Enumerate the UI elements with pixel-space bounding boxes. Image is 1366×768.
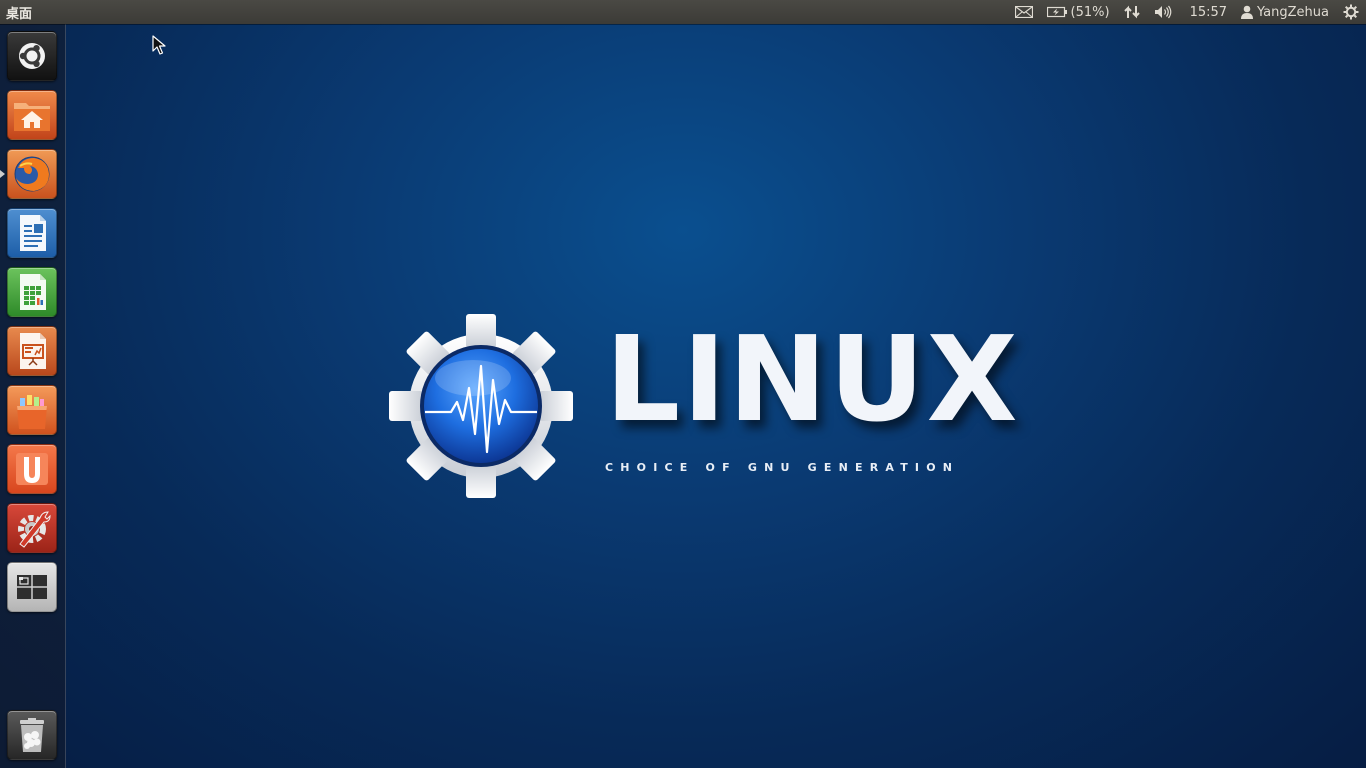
launcher-item-dash[interactable] (7, 31, 57, 81)
session-gear-icon (1343, 4, 1359, 20)
mail-icon (1014, 6, 1033, 18)
indicator-area: (51%) 15:57 YangZehua (1008, 0, 1366, 24)
network-indicator[interactable] (1117, 0, 1147, 24)
battery-percentage: (51%) (1070, 4, 1110, 20)
mail-indicator[interactable] (1008, 0, 1040, 24)
launcher-item-home-folder[interactable] (7, 90, 57, 140)
ubuntu-one-icon (16, 453, 48, 485)
ubuntu-logo-icon (19, 43, 45, 69)
launcher-item-writer[interactable] (7, 208, 57, 258)
gear-orb-icon (389, 314, 573, 498)
impress-icon (20, 333, 46, 369)
user-indicator[interactable]: YangZehua (1234, 0, 1336, 24)
session-indicator[interactable] (1336, 0, 1366, 24)
mouse-cursor-icon (152, 35, 166, 55)
calc-icon (20, 274, 46, 310)
launcher-item-software-center[interactable] (7, 385, 57, 435)
clock-indicator[interactable]: 15:57 (1179, 0, 1234, 24)
user-icon (1241, 5, 1254, 19)
battery-indicator[interactable]: (51%) (1040, 0, 1117, 24)
writer-icon (20, 215, 46, 251)
panel-window-title: 桌面 (6, 7, 33, 22)
firefox-icon (14, 156, 50, 192)
launcher-item-calc[interactable] (7, 267, 57, 317)
volume-icon (1154, 5, 1171, 19)
running-indicator (0, 170, 5, 178)
clock-time: 15:57 (1189, 4, 1228, 20)
volume-indicator[interactable] (1147, 0, 1179, 24)
launcher-item-firefox[interactable] (7, 149, 57, 199)
shopping-bag-icon (17, 395, 47, 429)
wallpaper-logo: LINUX CHOICE OF GNU GENERATION (385, 312, 1018, 502)
home-folder-icon (14, 103, 50, 131)
wallpaper-title: LINUX (605, 310, 1020, 448)
launcher-item-impress[interactable] (7, 326, 57, 376)
launcher-item-system-settings[interactable] (7, 503, 57, 553)
trash-icon (20, 718, 44, 752)
launcher-item-trash[interactable] (7, 710, 57, 760)
user-name: YangZehua (1257, 4, 1329, 20)
top-panel: 桌面 (51%) 15:57 YangZehua (0, 0, 1366, 24)
launcher (0, 24, 66, 768)
launcher-item-workspace-switcher[interactable] (7, 562, 57, 612)
wallpaper-subtitle: CHOICE OF GNU GENERATION (605, 461, 960, 474)
workspaces-icon (17, 575, 47, 599)
network-icon (1123, 5, 1140, 19)
settings-icon (18, 511, 51, 548)
battery-icon (1046, 6, 1067, 18)
launcher-item-ubuntu-one[interactable] (7, 444, 57, 494)
